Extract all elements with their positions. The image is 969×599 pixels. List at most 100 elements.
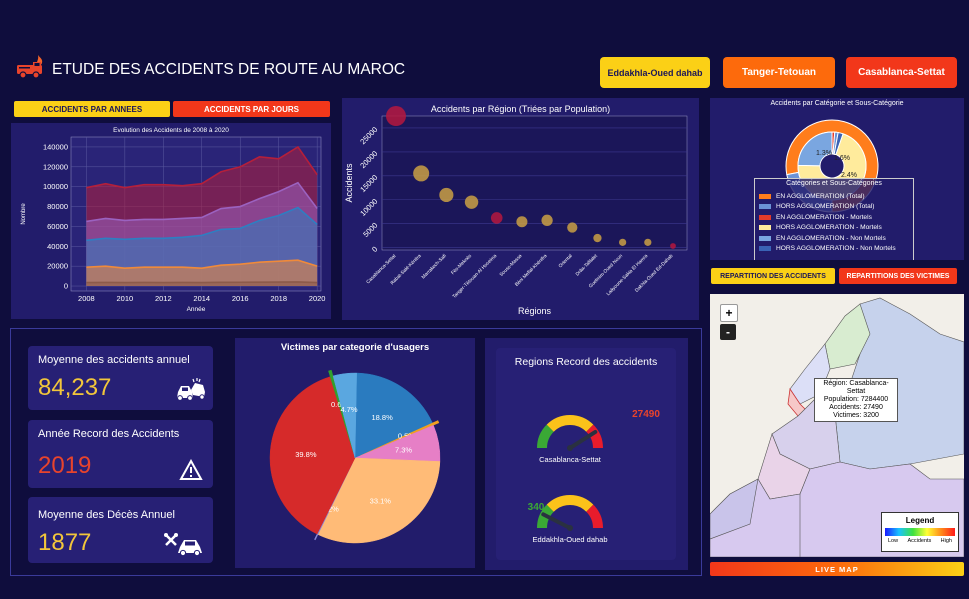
gauge-label: Casablanca-Settat: [539, 455, 602, 464]
scatter-x-tick-label: Marrakech-Safi: [421, 253, 448, 280]
map-tooltip-population: Population: 7284400: [823, 396, 889, 403]
donut-legend-label: HORS AGGLOMERATION - Non Mortels: [776, 245, 896, 253]
donut-legend-label: EN AGGLOMERATION - Non Mortels: [776, 234, 886, 242]
scatter-x-tick-label: Drâa-Tafilalet: [575, 253, 600, 278]
map-zoom-out-button[interactable]: -: [720, 324, 736, 340]
scatter-point: [464, 195, 479, 209]
scatter-point: [386, 106, 406, 127]
page-title: ETUDE DES ACCIDENTS DE ROUTE AU MAROC: [52, 61, 406, 78]
car-crash-icon: [174, 378, 206, 407]
donut-legend-item: EN AGGLOMERATION - Non Mortels: [759, 233, 896, 244]
donut-legend: Catégories et Sous-Catégories EN AGGLOME…: [754, 178, 914, 260]
map-zoom-in-button[interactable]: +: [720, 304, 738, 322]
donut-legend-swatch: [759, 204, 771, 210]
region-button-tanger[interactable]: Tanger-Tetouan: [723, 57, 835, 88]
area-y-tick-label: 0: [64, 282, 68, 291]
area-x-tick-label: 2018: [270, 294, 287, 303]
tab-accidents-par-jours[interactable]: ACCIDENTS PAR JOURS: [173, 101, 330, 117]
tab-repartition-accidents[interactable]: REPARTITION DES ACCIDENTS: [711, 268, 835, 284]
scatter-point: [490, 212, 503, 224]
map-tooltip: Région: Casablanca-Settat Population: 72…: [814, 378, 898, 422]
area-x-tick-label: 2008: [78, 294, 95, 303]
area-chart: 2008 2010 2012 2014 2016 2018 2020 0 20000 40000 6…: [21, 136, 326, 313]
scatter-y-tick-label: 20000: [358, 149, 379, 170]
map-legend-label: Accidents: [907, 538, 932, 544]
map-tooltip-victimes: Victimes: 3200: [833, 412, 879, 419]
donut-legend-item: EN AGGLOMERATION (Total): [759, 191, 896, 202]
map-legend-title: Legend: [905, 516, 935, 525]
tab-repartition-victimes[interactable]: REPARTITIONS DES VICTIMES: [839, 268, 957, 284]
victims-pie-chart: 18.8%0.5%7.3%33.1%0.2%39.8%0.6%4.7%: [269, 369, 441, 544]
donut-legend-item: HORS AGGLOMERATION - Mortels: [759, 223, 896, 234]
gauge-segment: [537, 424, 554, 449]
donut-legend-swatch: [759, 193, 771, 199]
donut-legend-item: HORS AGGLOMERATION (Total): [759, 202, 896, 213]
gauge-value: 27490: [632, 409, 660, 420]
area-x-tick-label: 2020: [309, 294, 326, 303]
gauge-value: 340: [528, 502, 545, 513]
gauge-hub: [567, 525, 573, 531]
donut-chart-panel: Accidents par Catégorie et Sous-Catégori…: [710, 98, 964, 260]
scatter-y-axis-label: Accidents: [344, 163, 354, 203]
donut-slice-label: 1.6%: [834, 155, 850, 162]
region-button-casablanca[interactable]: Casablanca-Settat: [846, 57, 957, 88]
gauge-label: Eddakhla-Oued dahab: [532, 535, 607, 544]
area-y-tick-label: 140000: [43, 142, 68, 151]
donut-legend-item: EN AGGLOMERATION - Mortels: [759, 212, 896, 223]
area-y-tick-label: 20000: [47, 262, 68, 271]
scatter-x-tick-label: Fès-Meknès: [450, 253, 473, 276]
map-tooltip-accidents: Accidents: 27490: [829, 404, 883, 411]
kpi-card-moyenne-deces: Moyenne des Décès Annuel 1877: [28, 497, 213, 563]
area-y-tick-label: 40000: [47, 242, 68, 251]
donut-legend-swatch: [759, 214, 771, 220]
donut-legend-title: Catégories et Sous-Catégories: [786, 180, 882, 187]
kpi-card-moyenne-accidents: Moyenne des accidents annuel 84,237: [28, 346, 213, 410]
victims-pie-label: 33.1%: [370, 496, 392, 505]
map-legend-low: Low: [888, 538, 899, 544]
scatter-chart-panel: Accidents par Région (Triées par Populat…: [342, 98, 699, 320]
record-panel: Regions Record des accidents 27490 Casabl…: [485, 338, 688, 570]
area-y-tick-label: 120000: [43, 162, 68, 171]
donut-legend-swatch: [759, 246, 771, 252]
area-y-tick-label: 100000: [43, 182, 68, 191]
scatter-point: [516, 216, 528, 228]
donut-legend-swatch: [759, 235, 771, 241]
warning-icon: [179, 458, 203, 486]
area-y-axis-label: Nombre: [21, 203, 27, 225]
car-repair-icon: [164, 533, 208, 562]
header-fire-truck-icon: [16, 54, 46, 80]
victims-pie-label: 39.8%: [295, 450, 317, 459]
scatter-y-tick-label: 15000: [358, 173, 379, 194]
victims-pie-label: 4.7%: [341, 405, 358, 414]
donut-legend-swatch: [759, 225, 771, 231]
scatter-x-tick-label: Oriental: [558, 253, 574, 269]
live-map-button[interactable]: LIVE MAP: [710, 562, 964, 576]
donut-legend-label: EN AGGLOMERATION - Mortels: [776, 213, 872, 221]
area-x-axis-label: Année: [187, 306, 206, 313]
gauge-segment: [546, 415, 594, 432]
donut-legend-label: HORS AGGLOMERATION (Total): [776, 203, 875, 211]
area-x-tick-label: 2012: [155, 294, 172, 303]
scatter-point: [644, 238, 652, 246]
record-gauges: 27490 Casablanca-Settat 340 Eddakhla-Oued d…: [528, 409, 661, 544]
gauge-segment: [586, 504, 603, 529]
scatter-x-tick-label: Souss-Massa: [499, 253, 524, 278]
map-tooltip-region: Région: Casablanca-Settat: [823, 380, 889, 395]
tab-accidents-par-annees[interactable]: ACCIDENTS PAR ANNEES: [14, 101, 170, 117]
kpi-title: Moyenne des Décès Annuel: [38, 509, 175, 521]
scatter-y-tick-label: 25000: [358, 125, 379, 146]
map-legend-gradient: [885, 528, 955, 536]
region-button-eddakhla[interactable]: Eddakhla-Oued dahab: [600, 57, 710, 88]
gauge-needle: [568, 429, 598, 450]
kpi-value: 84,237: [38, 374, 112, 401]
kpi-value: 2019: [38, 452, 92, 479]
kpi-value: 1877: [38, 529, 92, 556]
kpi-card-annee-record: Année Record des Accidents 2019: [28, 420, 213, 488]
area-x-tick-label: 2016: [232, 294, 249, 303]
scatter-point: [439, 187, 454, 203]
scatter-y-tick-label: 0: [370, 245, 379, 254]
scatter-x-tick-label: Laâyoune-Sakia El Hamra: [605, 253, 649, 297]
map-panel[interactable]: + - Région: Casablanca-Settat Population…: [710, 294, 964, 557]
donut-slice-label: 1.3%: [816, 150, 832, 157]
area-y-tick-label: 60000: [47, 222, 68, 231]
